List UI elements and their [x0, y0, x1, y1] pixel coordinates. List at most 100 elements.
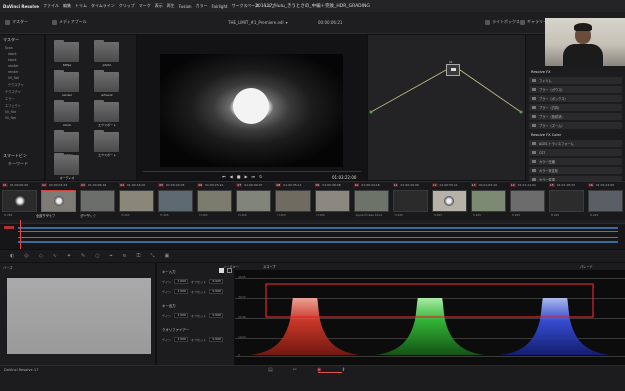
3d-icon[interactable]: ▣	[164, 253, 169, 259]
clip-thumbnail[interactable]	[275, 190, 311, 212]
clip-thumbnail[interactable]	[80, 190, 116, 212]
app-menu[interactable]: DaVinci Resolve	[3, 4, 39, 9]
fx-item[interactable]: ブラー（ガウス）	[529, 86, 622, 93]
menu-timeline[interactable]: タイムライン	[91, 3, 115, 9]
color-wheels-icon[interactable]: ◐	[10, 253, 14, 259]
clip-thumbnail[interactable]	[197, 190, 233, 212]
menu-color[interactable]: カラー	[196, 3, 208, 9]
clip-number: 10	[353, 183, 360, 187]
clip-timecode: 01:00:49:00	[400, 183, 419, 187]
clip-thumbnail[interactable]	[41, 190, 77, 212]
menu-mark[interactable]: マーク	[139, 3, 151, 9]
qualifier-icon[interactable]: ✎	[81, 253, 85, 259]
gain-field-2[interactable]: 1.000	[173, 289, 188, 294]
offset-field-2[interactable]: 0.000	[208, 289, 223, 294]
clip-timecode: 01:01:03:19	[478, 183, 497, 187]
fx-item[interactable]: ブラー（ボックス）	[529, 95, 622, 102]
prev-clip-icon[interactable]: ⏮	[222, 174, 226, 179]
menu-fusion[interactable]: Fusion	[179, 4, 192, 9]
key-icon[interactable]: ⚿	[137, 253, 141, 259]
color-node[interactable]	[446, 64, 460, 76]
offset-field-4[interactable]: 0.000	[208, 337, 223, 342]
page-media-icon[interactable]: ▤	[268, 367, 273, 373]
viewer-panel: ⏮ ◀ ■ ▶ ⏭ ↻ 01:03:22:00	[137, 35, 367, 180]
clip-thumbnail[interactable]	[548, 190, 584, 212]
clip-thumbnail[interactable]	[119, 190, 155, 212]
gain-field-4[interactable]: 1.000	[173, 337, 188, 342]
reverse-play-icon[interactable]: ◀	[230, 174, 233, 179]
viewer-scrubber[interactable]	[143, 171, 361, 172]
clip-thumbnail[interactable]	[353, 190, 389, 212]
timeline-name[interactable]: THE_LIMIT_#1_Premiere.edl ▾	[228, 17, 288, 27]
clip-thumbnail[interactable]	[431, 190, 467, 212]
blur-icon[interactable]: ≋	[122, 253, 126, 259]
scope-mode-select[interactable]: パレード	[580, 264, 593, 269]
folder-icon	[94, 130, 119, 152]
folder-icon	[54, 130, 79, 152]
fx-color-item[interactable]: ACES トランスフォーム	[529, 140, 622, 147]
menu-clip[interactable]: クリップ	[119, 3, 135, 9]
page-edit-icon[interactable]: ✂	[293, 367, 297, 373]
fx-item[interactable]: ブラー（ズーム）	[529, 122, 622, 129]
warper-icon[interactable]: ✦	[67, 253, 71, 259]
clip-thumbnail[interactable]	[158, 190, 194, 212]
offset-field-1[interactable]: 0.000	[208, 279, 223, 284]
next-clip-icon[interactable]: ⏭	[252, 174, 256, 179]
node-link-out	[459, 69, 522, 113]
folder-icon	[54, 40, 79, 62]
motion-icon[interactable]: ◇	[39, 253, 43, 259]
folder-icon	[94, 100, 119, 122]
sizing-icon[interactable]: ⤡	[150, 253, 154, 259]
window-icon[interactable]: ○	[95, 253, 99, 259]
bin-item[interactable]: 00_flat	[0, 115, 44, 121]
clip-thumbnail[interactable]	[587, 190, 623, 212]
tracker-icon[interactable]: ⌖	[110, 253, 113, 259]
play-icon[interactable]: ▶	[244, 174, 247, 179]
fx-item[interactable]: ブラー（放射状）	[529, 113, 622, 120]
fx-item[interactable]: フィルム	[529, 77, 622, 84]
bin-item[interactable]: エラー	[0, 95, 44, 102]
gain-field-3[interactable]: 1.000	[173, 313, 188, 318]
playhead[interactable]	[20, 220, 21, 249]
menu-view[interactable]: 表示	[155, 3, 163, 9]
clip-thumbnail[interactable]	[509, 190, 545, 212]
loop-icon[interactable]: ↻	[259, 174, 262, 179]
tab-node-key[interactable]: ノードキー	[223, 264, 239, 269]
curves-icon[interactable]: ∿	[53, 253, 57, 259]
clip-thumbnail[interactable]	[314, 190, 350, 212]
clip-thumbnail[interactable]	[470, 190, 506, 212]
key-output-label: キー出力	[162, 304, 176, 308]
master-bin[interactable]: マスター	[0, 35, 44, 45]
menu-fairlight[interactable]: Fairlight	[212, 4, 228, 9]
bin-item[interactable]: テクスチャ	[0, 81, 44, 88]
clip-timecode: 01:00:55:11	[439, 183, 458, 187]
media-pool-toggle[interactable]: マスター	[5, 17, 28, 27]
clip-number: 03	[80, 183, 86, 187]
bin-item[interactable]: エフェクト	[0, 102, 44, 109]
offset-field-3[interactable]: 0.000	[208, 313, 223, 318]
fx-color-item[interactable]: カラー安定化	[529, 167, 622, 174]
tab-scopes[interactable]: スコープ	[263, 264, 276, 269]
menu-playback[interactable]: 再生	[167, 3, 175, 9]
tab-all-tracks[interactable]: 全トラック	[80, 213, 96, 218]
rgb-mixer-icon[interactable]: ◎	[24, 253, 28, 259]
fx-item[interactable]: ブラー（方向）	[529, 104, 622, 111]
smart-bin-keywords[interactable]: キーワード	[8, 161, 28, 167]
clip-thumbnail[interactable]	[236, 190, 272, 212]
clip-thumbnail[interactable]	[2, 190, 38, 212]
gain-field-1[interactable]: 1.000	[173, 279, 188, 284]
viewer-timecode: 01:03:22:00	[332, 175, 357, 180]
tab-all-clips[interactable]: 全部クリップ	[36, 213, 55, 218]
menu-edit[interactable]: 編集	[63, 3, 71, 9]
media-page-button[interactable]: メディアプール	[52, 17, 87, 27]
fx-color-item[interactable]: CST	[529, 149, 622, 156]
mini-timeline[interactable]	[0, 220, 625, 249]
bin-item[interactable]: テクスチャ	[0, 88, 44, 95]
fx-color-item[interactable]: カラー圧縮	[529, 158, 622, 165]
lightbox-button[interactable]: ライトボックス	[485, 17, 520, 27]
gallery-button[interactable]: ギャラリー	[520, 17, 547, 27]
clip-thumbnail[interactable]	[392, 190, 428, 212]
menu-trim[interactable]: トリム	[75, 3, 87, 9]
menu-file[interactable]: ファイル	[43, 3, 59, 9]
stop-icon[interactable]: ■	[237, 174, 241, 179]
